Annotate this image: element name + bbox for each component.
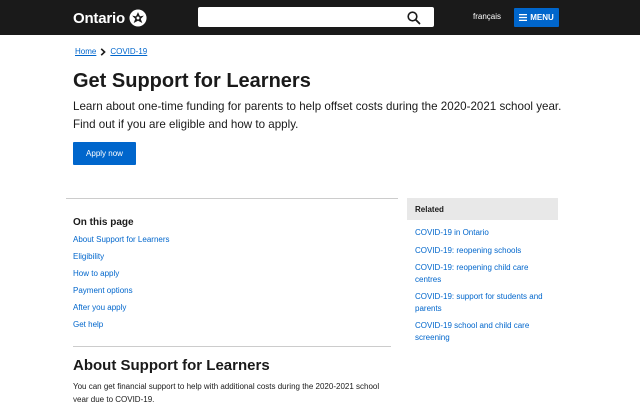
related-link-support-students[interactable]: COVID-19: support for students and paren… bbox=[415, 292, 543, 313]
menu-hamburger-icon bbox=[519, 14, 528, 21]
section-title: About Support for Learners bbox=[73, 357, 270, 374]
search-icon[interactable] bbox=[406, 10, 422, 26]
list-item: Payment options bbox=[73, 286, 170, 303]
list-item: COVID-19: reopening schools bbox=[415, 245, 555, 257]
breadcrumb-home-link[interactable]: Home bbox=[75, 47, 96, 56]
list-item: COVID-19 in Ontario bbox=[415, 227, 555, 239]
on-this-page-list: About Support for Learners Eligibility H… bbox=[73, 235, 170, 337]
page-title: Get Support for Learners bbox=[73, 70, 311, 92]
related-link-screening[interactable]: COVID-19 school and child care screening bbox=[415, 321, 529, 342]
related-link-covid-ontario[interactable]: COVID-19 in Ontario bbox=[415, 228, 489, 237]
list-item: COVID-19 school and child care screening bbox=[415, 320, 555, 343]
related-link-reopening-schools[interactable]: COVID-19: reopening schools bbox=[415, 246, 521, 255]
section-body: You can get financial support to help wi… bbox=[73, 382, 380, 402]
page-intro: Learn about one-time funding for parents… bbox=[73, 100, 562, 131]
divider bbox=[66, 198, 398, 199]
site-header: Ontario français MENU bbox=[0, 0, 640, 35]
on-this-page-heading: On this page bbox=[73, 217, 134, 228]
breadcrumb-covid-link[interactable]: COVID-19 bbox=[110, 47, 147, 56]
menu-button-label: MENU bbox=[530, 13, 554, 22]
breadcrumb: Home COVID-19 bbox=[75, 47, 147, 56]
list-item: Eligibility bbox=[73, 252, 170, 269]
ontario-logo[interactable]: Ontario bbox=[73, 8, 147, 28]
list-item: Get help bbox=[73, 320, 170, 337]
search-box bbox=[198, 7, 434, 27]
list-item: About Support for Learners bbox=[73, 235, 170, 252]
otp-link-how-to-apply[interactable]: How to apply bbox=[73, 269, 119, 278]
list-item: How to apply bbox=[73, 269, 170, 286]
related-heading: Related bbox=[407, 198, 558, 220]
list-item: COVID-19: reopening child care centres bbox=[415, 262, 555, 285]
otp-link-after-you-apply[interactable]: After you apply bbox=[73, 303, 126, 312]
search-input[interactable] bbox=[203, 10, 399, 25]
otp-link-about[interactable]: About Support for Learners bbox=[73, 235, 170, 244]
apply-now-button[interactable]: Apply now bbox=[73, 142, 136, 165]
chevron-right-icon bbox=[100, 47, 107, 56]
related-link-reopening-child-care[interactable]: COVID-19: reopening child care centres bbox=[415, 263, 528, 284]
otp-link-payment-options[interactable]: Payment options bbox=[73, 286, 133, 295]
logo-text: Ontario bbox=[73, 9, 125, 27]
ontario-trillium-logo-icon bbox=[129, 9, 147, 27]
language-toggle-link[interactable]: français bbox=[473, 12, 501, 21]
related-panel: Related COVID-19 in Ontario COVID-19: re… bbox=[407, 198, 558, 349]
otp-link-eligibility[interactable]: Eligibility bbox=[73, 252, 104, 261]
otp-link-get-help[interactable]: Get help bbox=[73, 320, 103, 329]
related-list: COVID-19 in Ontario COVID-19: reopening … bbox=[407, 220, 558, 343]
menu-button[interactable]: MENU bbox=[514, 8, 559, 27]
section-divider bbox=[73, 346, 391, 347]
list-item: COVID-19: support for students and paren… bbox=[415, 291, 555, 314]
list-item: After you apply bbox=[73, 303, 170, 320]
